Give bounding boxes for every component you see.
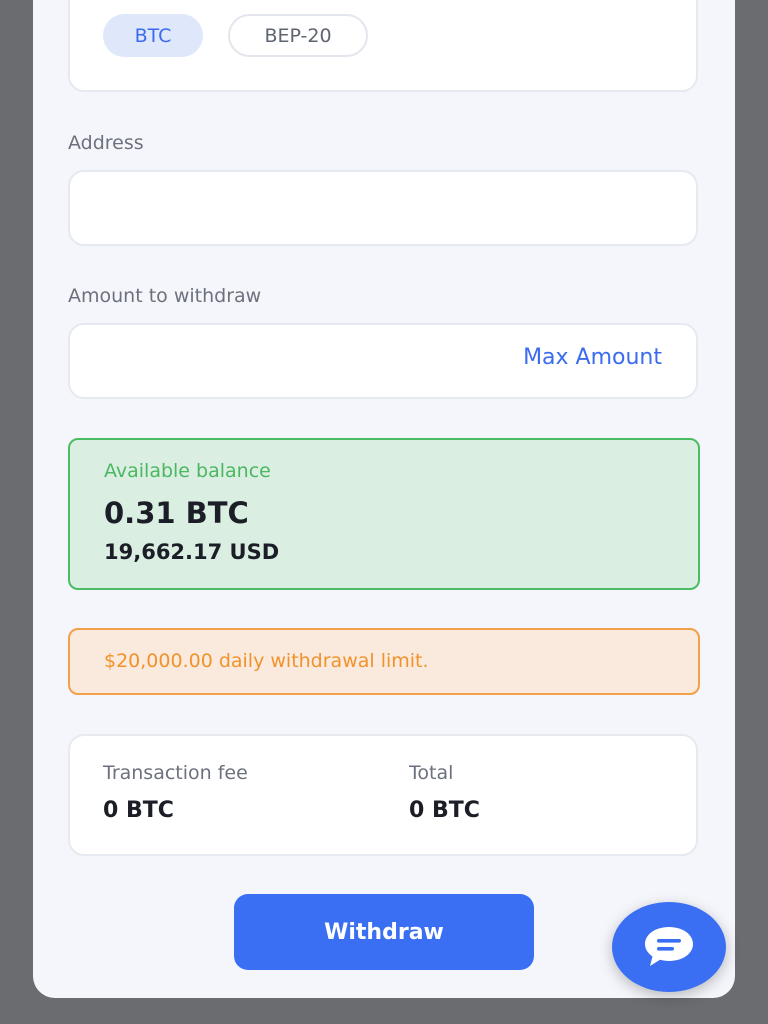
max-amount-button[interactable]: Max Amount bbox=[523, 345, 662, 370]
transaction-summary: Transaction fee 0 BTC Total 0 BTC bbox=[68, 734, 698, 856]
fee-column: Transaction fee 0 BTC bbox=[103, 762, 248, 823]
network-selector: BTC BEP-20 bbox=[68, 0, 698, 92]
network-option-label: BEP-20 bbox=[264, 24, 332, 47]
chat-bubble-icon bbox=[645, 927, 693, 966]
amount-field[interactable]: Max Amount bbox=[68, 323, 698, 399]
balance-btc-value: 0.31 BTC bbox=[104, 496, 249, 530]
withdraw-button[interactable]: Withdraw bbox=[234, 894, 534, 970]
balance-label: Available balance bbox=[104, 460, 271, 482]
limit-text: $20,000.00 daily withdrawal limit. bbox=[104, 650, 429, 672]
network-option-bep20[interactable]: BEP-20 bbox=[228, 14, 368, 57]
withdraw-panel: BTC BEP-20 Address Amount to withdraw Ma… bbox=[33, 0, 735, 998]
balance-usd-value: 19,662.17 USD bbox=[104, 540, 280, 564]
total-column: Total 0 BTC bbox=[409, 762, 480, 823]
amount-label: Amount to withdraw bbox=[68, 285, 262, 307]
address-input[interactable] bbox=[90, 186, 514, 232]
withdrawal-limit-notice: $20,000.00 daily withdrawal limit. bbox=[68, 628, 700, 695]
network-option-label: BTC bbox=[134, 24, 172, 47]
available-balance-card: Available balance 0.31 BTC 19,662.17 USD bbox=[68, 438, 700, 590]
total-value: 0 BTC bbox=[409, 798, 480, 823]
fee-label: Transaction fee bbox=[103, 762, 248, 784]
fee-value: 0 BTC bbox=[103, 798, 174, 823]
chat-button[interactable] bbox=[612, 902, 726, 992]
address-field[interactable] bbox=[68, 170, 698, 246]
address-label: Address bbox=[68, 132, 144, 154]
network-option-btc[interactable]: BTC bbox=[103, 14, 203, 57]
amount-input[interactable] bbox=[90, 339, 474, 385]
total-label: Total bbox=[409, 762, 454, 784]
